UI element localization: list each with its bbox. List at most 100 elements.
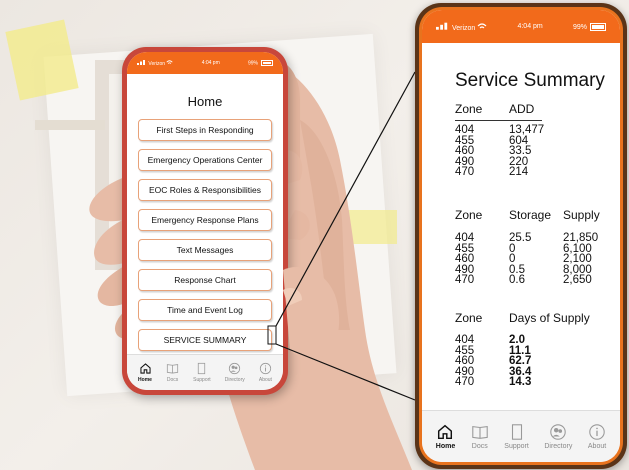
status-time: 4:04 pm [517,23,543,30]
table2-supply-header: Supply [563,208,600,222]
table2-storage-header: Storage [509,208,552,222]
emergency-operations-center-button[interactable]: Emergency Operations Center [138,149,272,171]
carrier-label: Verizon [148,61,166,67]
tab-label: Home [435,443,456,450]
tab-label: About [587,443,607,450]
add-cell: 13,477 [509,124,545,136]
table2-zone-header: Zone [455,208,483,222]
home-icon [139,363,151,374]
table1-header-rule [455,120,542,121]
time-event-log-button[interactable]: Time and Event Log [138,299,272,321]
service-summary-button[interactable]: SERVICE SUMMARY [138,329,272,351]
carrier-label: Verizon [451,25,476,32]
wifi-icon [477,23,487,29]
table1-zones: 404 455 460 490 470 [455,125,474,178]
page-title: Home [187,94,223,109]
tab-support[interactable]: Support [193,362,211,383]
tab-label: Docs [166,377,179,383]
battery-icon [589,22,606,31]
tab-home[interactable]: Home [138,362,152,383]
supply-cell: 2,650 [563,274,592,286]
info-icon [259,362,271,375]
add-cell: 214 [509,166,529,178]
days-cell: 14.3 [509,376,532,388]
document-icon [511,424,522,440]
tab-label: Directory [544,443,573,450]
tab-label: Support [504,443,529,450]
supply-cell: 2,100 [563,253,592,265]
tab-home[interactable]: Home [436,423,455,450]
wifi-icon [166,60,174,64]
table3-days-header: Days of Supply [509,311,590,325]
zone-cell: 460 [455,355,475,367]
table2-zones: 404 455 460 490 470 [455,233,474,286]
signal-icon [137,60,145,65]
carrier-signal: Verizon [436,21,487,32]
status-bar: Verizon 4:04 pm 99% [127,52,283,74]
tab-directory[interactable]: Directory [544,423,572,450]
phone-screen: Verizon 4:04 pm 99% Home First Steps in … [127,52,283,390]
phone-small: Verizon 4:04 pm 99% Home First Steps in … [122,47,288,395]
storage-cell: 25.5 [509,232,532,244]
zone-cell: 404 [455,232,475,244]
zone-cell: 460 [455,145,475,157]
storage-cell: 0.6 [509,274,525,286]
tab-label: Docs [471,443,488,450]
tab-about[interactable]: About [588,423,606,450]
response-chart-button[interactable]: Response Chart [138,269,272,291]
zone-cell: 470 [455,166,475,178]
carrier-signal: Verizon [137,59,174,67]
signal-icon [436,22,448,30]
menu-button-list: First Steps in Responding Emergency Oper… [127,119,283,351]
days-cell: 62.7 [509,355,532,367]
book-icon [166,364,179,374]
tab-bar: Home Docs Support Directory About [422,410,620,462]
zone-cell: 404 [455,124,475,136]
document-icon [198,362,206,375]
tab-label: About [258,377,272,383]
phone-zoomed: Verizon 4:04 pm 99% Service Summary Zone… [415,3,627,469]
eoc-roles-button[interactable]: EOC Roles & Responsibilities [138,179,272,201]
summary-title: Service Summary [455,70,605,91]
battery-status: 99% [247,59,273,67]
tab-directory[interactable]: Directory [225,362,245,383]
table1-zone-header: Zone [455,102,483,116]
battery-label: 99% [572,23,587,31]
days-cell: 2.0 [509,334,525,346]
battery-status: 99% [572,22,606,31]
table1-add-header: ADD [509,102,535,116]
battery-label: 99% [247,60,258,67]
tab-support[interactable]: Support [504,423,529,450]
tab-about[interactable]: About [259,362,272,383]
storage-cell: 0 [509,253,516,265]
text-messages-button[interactable]: Text Messages [138,239,272,261]
people-icon [229,362,241,375]
table2-storage-values: 25.5 0 0 0.5 0.6 [509,233,531,286]
home-icon [438,424,453,440]
zone-cell: 470 [455,274,475,286]
first-steps-button[interactable]: First Steps in Responding [138,119,272,141]
zone-cell: 460 [455,253,475,265]
tab-label: Support [193,377,211,383]
emergency-response-plans-button[interactable]: Emergency Response Plans [138,209,272,231]
info-icon [589,424,605,440]
table3-zones: 404 455 460 490 470 [455,335,474,388]
status-time: 4:04 pm [201,60,220,66]
people-icon [550,424,567,440]
status-bar: Verizon 4:04 pm 99% [422,10,620,43]
table1-add-values: 13,477 604 33.5 220 214 [509,125,544,178]
tab-docs[interactable]: Docs [471,423,489,450]
table3-zone-header: Zone [455,311,483,325]
supply-cell: 21,850 [563,232,599,244]
table3-days-values: 2.0 11.1 62.7 36.4 14.3 [509,335,531,388]
tab-docs[interactable]: Docs [166,362,179,383]
zone-cell: 404 [455,334,475,346]
tab-label: Directory [224,377,245,383]
tab-label: Home [138,377,152,383]
add-cell: 33.5 [509,145,532,157]
table2-supply-values: 21,850 6,100 2,100 8,000 2,650 [563,233,598,286]
summary-screen: Verizon 4:04 pm 99% Service Summary Zone… [422,10,620,462]
battery-icon [261,59,273,66]
zone-cell: 470 [455,376,475,388]
tab-bar: Home Docs Support Directory About [127,354,283,390]
